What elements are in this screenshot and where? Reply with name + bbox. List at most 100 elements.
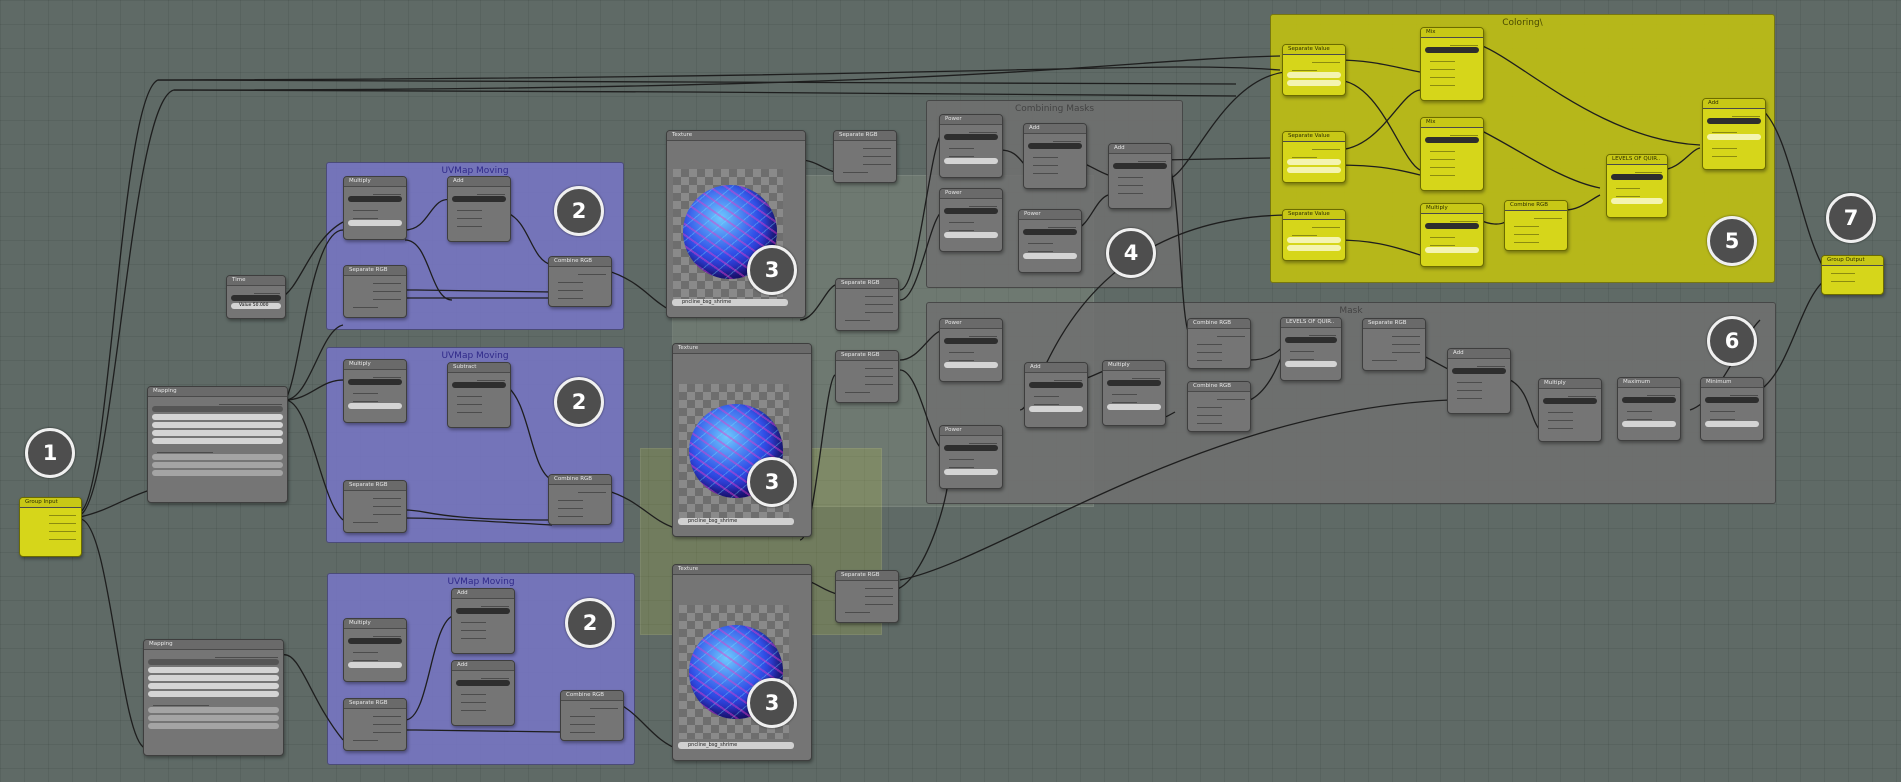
node-title: Multiply bbox=[1421, 204, 1483, 214]
mapping-type-tabs[interactable] bbox=[148, 659, 279, 665]
separate-value-node-2[interactable]: Separate Value bbox=[1282, 131, 1346, 183]
node-title: Mix bbox=[1421, 118, 1483, 128]
node-title: Combine RGB bbox=[561, 691, 623, 701]
combine-rgb-node-5[interactable]: Combine RGB bbox=[1187, 381, 1251, 432]
add-node-2[interactable]: Add bbox=[451, 588, 515, 654]
node-title: Separate Value bbox=[1283, 132, 1345, 142]
texture-node-2[interactable]: Texture pncline_bsg_shrime bbox=[672, 343, 812, 537]
texture-image-field[interactable]: pncline_bsg_shrime bbox=[678, 518, 794, 525]
time-value-field[interactable]: Value 50.000 bbox=[231, 303, 281, 309]
separate-rgb-node-7[interactable]: Separate RGB bbox=[835, 570, 899, 623]
levels-of-quirk-node-2[interactable]: LEVELS OF QUIR.. bbox=[1280, 317, 1342, 381]
node-title: Add bbox=[452, 661, 514, 671]
node-title: Texture bbox=[673, 344, 811, 354]
separate-rgb-node-5[interactable]: Separate RGB bbox=[835, 278, 899, 331]
callout-3b: 3 bbox=[747, 457, 797, 507]
node-title: Separate RGB bbox=[344, 266, 406, 276]
separate-rgb-node-4[interactable]: Separate RGB bbox=[833, 130, 897, 183]
combine-rgb-node-1[interactable]: Combine RGB bbox=[548, 256, 612, 307]
callout-4: 4 bbox=[1106, 228, 1156, 278]
node-title: Add bbox=[448, 177, 510, 187]
node-title: Separate RGB bbox=[836, 351, 898, 361]
group-output-node[interactable]: Group Output bbox=[1821, 255, 1884, 295]
time-node[interactable]: Time Value 50.000 bbox=[226, 275, 286, 319]
node-title: Separate RGB bbox=[344, 481, 406, 491]
combine-rgb-node-2[interactable]: Combine RGB bbox=[548, 474, 612, 525]
node-title: Multiply bbox=[1539, 379, 1601, 389]
separate-rgb-node-3[interactable]: Separate RGB bbox=[343, 698, 407, 751]
node-title: Time bbox=[227, 276, 285, 286]
power-node-4[interactable]: Power bbox=[939, 318, 1003, 382]
mix-node-2[interactable]: Mix bbox=[1420, 117, 1484, 191]
node-title: Combine RGB bbox=[549, 475, 611, 485]
callout-6: 6 bbox=[1707, 316, 1757, 366]
separate-rgb-node-1[interactable]: Separate RGB bbox=[343, 265, 407, 318]
node-title: Mapping bbox=[144, 640, 283, 650]
node-title: Add bbox=[1025, 363, 1087, 373]
add-node-6[interactable]: Add bbox=[1024, 362, 1088, 428]
separate-rgb-node-8[interactable]: Separate RGB bbox=[1362, 318, 1426, 371]
callout-2c: 2 bbox=[565, 598, 615, 648]
node-title: Subtract bbox=[448, 363, 510, 373]
add-node-ylw[interactable]: Add bbox=[1702, 98, 1766, 170]
node-title: LEVELS OF QUIR.. bbox=[1607, 155, 1667, 165]
node-title: Maximum bbox=[1618, 378, 1680, 388]
add-node-1[interactable]: Add bbox=[447, 176, 511, 242]
node-title: Add bbox=[452, 589, 514, 599]
node-title: Minimum bbox=[1701, 378, 1763, 388]
mapping-node-2[interactable]: Mapping bbox=[143, 639, 284, 756]
node-title: Texture bbox=[667, 131, 805, 141]
node-title: Add bbox=[1448, 349, 1510, 359]
combine-rgb-node-ylw[interactable]: Combine RGB bbox=[1504, 200, 1568, 251]
node-title: Add bbox=[1024, 124, 1086, 134]
power-node-5[interactable]: Power bbox=[939, 425, 1003, 489]
combine-rgb-node-4[interactable]: Combine RGB bbox=[1187, 318, 1251, 369]
separate-rgb-node-2[interactable]: Separate RGB bbox=[343, 480, 407, 533]
mapping-node-1[interactable]: Mapping bbox=[147, 386, 288, 503]
node-title: Combine RGB bbox=[549, 257, 611, 267]
node-title: LEVELS OF QUIR.. bbox=[1281, 318, 1341, 328]
callout-3c: 3 bbox=[747, 678, 797, 728]
multiply-node-5[interactable]: Multiply bbox=[1538, 378, 1602, 442]
node-title: Separate RGB bbox=[836, 279, 898, 289]
add-node-4[interactable]: Add bbox=[1023, 123, 1087, 189]
texture-image-field[interactable]: pncline_bsg_shrime bbox=[678, 742, 794, 749]
node-title: Multiply bbox=[344, 177, 406, 187]
node-title: Power bbox=[940, 426, 1002, 436]
node-title: Separate Value bbox=[1283, 45, 1345, 55]
power-node-2[interactable]: Power bbox=[939, 188, 1003, 252]
subtract-node[interactable]: Subtract bbox=[447, 362, 511, 428]
node-title: Add bbox=[1109, 144, 1171, 154]
callout-7: 7 bbox=[1826, 193, 1876, 243]
multiply-node-2[interactable]: Multiply bbox=[343, 359, 407, 423]
multiply-node-ylw[interactable]: Multiply bbox=[1420, 203, 1484, 267]
separate-value-node-1[interactable]: Separate Value bbox=[1282, 44, 1346, 96]
add-node-3[interactable]: Add bbox=[451, 660, 515, 726]
separate-rgb-node-6[interactable]: Separate RGB bbox=[835, 350, 899, 403]
node-title: Multiply bbox=[344, 619, 406, 629]
separate-value-node-3[interactable]: Separate Value bbox=[1282, 209, 1346, 261]
node-title: Separate RGB bbox=[834, 131, 896, 141]
combine-rgb-node-3[interactable]: Combine RGB bbox=[560, 690, 624, 741]
levels-of-quirk-node-1[interactable]: LEVELS OF QUIR.. bbox=[1606, 154, 1668, 218]
mapping-type-tabs[interactable] bbox=[152, 406, 283, 412]
mix-node-1[interactable]: Mix bbox=[1420, 27, 1484, 101]
minimum-node[interactable]: Minimum bbox=[1700, 377, 1764, 441]
texture-node-3[interactable]: Texture pncline_bsg_shrime bbox=[672, 564, 812, 761]
add-node-7[interactable]: Add bbox=[1447, 348, 1511, 414]
group-input-node[interactable]: Group Input bbox=[19, 497, 82, 557]
node-title: Texture bbox=[673, 565, 811, 575]
multiply-node-3[interactable]: Multiply bbox=[343, 618, 407, 682]
maximum-node[interactable]: Maximum bbox=[1617, 377, 1681, 441]
node-title: Mix bbox=[1421, 28, 1483, 38]
multiply-node-4[interactable]: Multiply bbox=[1102, 360, 1166, 426]
power-node-1[interactable]: Power bbox=[939, 114, 1003, 178]
multiply-node-1[interactable]: Multiply bbox=[343, 176, 407, 240]
node-title: Power bbox=[940, 319, 1002, 329]
node-title: Combine RGB bbox=[1188, 382, 1250, 392]
time-curve-widget[interactable] bbox=[231, 295, 281, 301]
power-node-3[interactable]: Power bbox=[1018, 209, 1082, 273]
add-node-5[interactable]: Add bbox=[1108, 143, 1172, 209]
node-title: Separate RGB bbox=[836, 571, 898, 581]
texture-image-field[interactable]: pncline_bsg_shrime bbox=[672, 299, 788, 306]
